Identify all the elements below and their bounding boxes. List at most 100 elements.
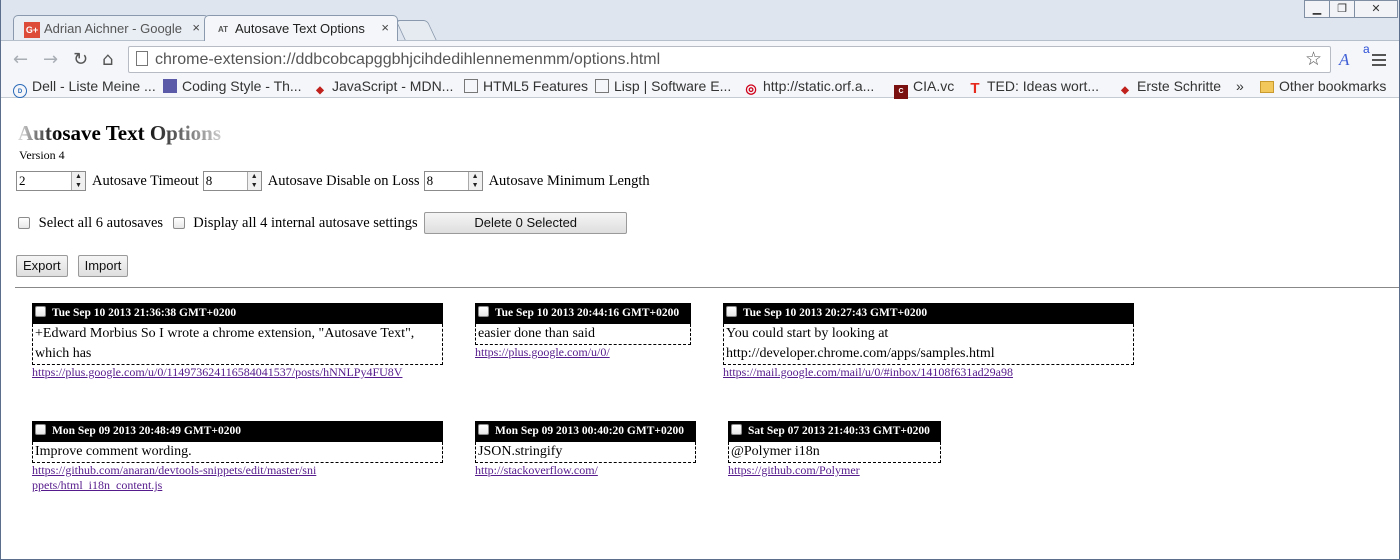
autosave-text[interactable]: You could start by looking at http://dev… (723, 324, 1134, 365)
url-text[interactable]: chrome-extension://ddbcobcapggbhjcihdedi… (155, 51, 660, 69)
bookmark-item[interactable]: D Dell - Liste Meine ... (13, 78, 156, 98)
select-all-checkbox[interactable] (18, 217, 30, 229)
autosave-checkbox[interactable] (35, 424, 46, 435)
address-bar[interactable]: chrome-extension://ddbcobcapggbhjcihdedi… (128, 46, 1331, 73)
minimum-length-label: Autosave Minimum Length (488, 172, 650, 189)
autosave-date: Tue Sep 10 2013 20:44:16 GMT+0200 (495, 307, 680, 319)
home-icon[interactable]: ⌂ (102, 49, 113, 70)
autosave-header: Mon Sep 09 2013 00:40:20 GMT+0200 (475, 421, 696, 442)
autosave-date: Sat Sep 07 2013 21:40:33 GMT+0200 (748, 425, 930, 437)
translate-icon[interactable]: a (1363, 42, 1370, 56)
dell-icon: D (13, 84, 27, 98)
close-icon[interactable]: × (381, 20, 389, 35)
selection-row: Select all 6 autosaves Display all 4 int… (18, 212, 628, 234)
autosave-url-link[interactable]: https://plus.google.com/u/0/114973624116… (32, 365, 443, 380)
divider (15, 287, 1399, 288)
autosave-card: Sat Sep 07 2013 21:40:33 GMT+0200 @Polym… (728, 421, 941, 478)
autosave-checkbox[interactable] (726, 306, 737, 317)
close-icon[interactable]: × (192, 20, 200, 35)
ted-icon: T (970, 80, 980, 97)
autosave-date: Mon Sep 09 2013 00:40:20 GMT+0200 (495, 425, 684, 437)
autosave-timeout-input[interactable]: 2 ▲ ▼ (16, 171, 86, 191)
autosave-text[interactable]: JSON.stringify (475, 442, 696, 463)
bookmark-item[interactable]: Lisp | Software E... (595, 78, 731, 94)
spinner-arrows-icon[interactable]: ▲ ▼ (246, 172, 261, 190)
bookmark-item[interactable]: HTML5 Features (464, 78, 588, 94)
forward-arrow-icon[interactable]: → (43, 49, 58, 70)
extension-a-icon[interactable]: A (1339, 50, 1349, 70)
google-plus-icon: G+ (24, 22, 40, 38)
browser-toolbar: ← → ↻ ⌂ chrome-extension://ddbcobcapggbh… (1, 40, 1399, 76)
bookmark-item[interactable]: ◎ http://static.orf.a... (744, 78, 874, 96)
cia-icon: C (894, 85, 908, 99)
back-arrow-icon[interactable]: ← (13, 49, 28, 70)
autosave-card: Mon Sep 09 2013 20:48:49 GMT+0200 Improv… (32, 421, 443, 493)
page-title: Autosave Text Options (18, 121, 222, 145)
bookmark-item[interactable]: Coding Style - Th... (163, 78, 302, 94)
autosave-text[interactable]: easier done than said (475, 324, 691, 345)
autosave-text[interactable]: Improve comment wording. (32, 442, 443, 463)
autosave-url-link[interactable]: https://github.com/anaran/devtools-snipp… (32, 463, 322, 493)
spinner-arrows-icon[interactable]: ▲ ▼ (71, 172, 85, 190)
mozilla-dino-icon: ◆ (1121, 85, 1129, 96)
disable-on-loss-input[interactable]: 8 ▲ ▼ (202, 171, 262, 191)
autosave-header: Tue Sep 10 2013 20:44:16 GMT+0200 (475, 303, 691, 324)
minimize-button[interactable]: ▁ (1304, 0, 1330, 18)
version-label: Version 4 (19, 148, 65, 162)
autosave-url-link[interactable]: https://plus.google.com/u/0/ (475, 345, 691, 360)
options-page: Autosave Text Options Version 4 2 ▲ ▼ Autos… (1, 99, 1399, 559)
autosave-url-link[interactable]: http://stackoverflow.com/ (475, 463, 696, 478)
bookmark-item[interactable]: C CIA.vc (894, 78, 954, 99)
autosave-url-link[interactable]: https://mail.google.com/mail/u/0/#inbox/… (723, 365, 1134, 380)
select-all-label: Select all 6 autosaves (38, 214, 164, 231)
bookmark-star-icon[interactable]: ☆ (1305, 48, 1322, 71)
autosave-date: Tue Sep 10 2013 21:36:38 GMT+0200 (52, 307, 237, 319)
folder-icon (1260, 81, 1274, 93)
bookmark-item[interactable]: ◆ Erste Schritte (1118, 78, 1221, 98)
tab-title: Autosave Text Options (235, 21, 365, 36)
tab-autosave-options[interactable]: AT Autosave Text Options × (204, 15, 398, 41)
import-button[interactable]: Import (77, 255, 129, 277)
menu-icon[interactable] (1372, 54, 1386, 69)
autosave-header: Sat Sep 07 2013 21:40:33 GMT+0200 (728, 421, 941, 442)
display-all-checkbox[interactable] (172, 217, 185, 229)
bookmarks-overflow-chevron[interactable]: » (1236, 78, 1244, 94)
import-export-row: Export Import (16, 255, 134, 277)
spinner-arrows-icon[interactable]: ▲ ▼ (467, 172, 482, 190)
restore-button[interactable]: ❐ (1329, 0, 1355, 18)
autosave-checkbox[interactable] (35, 306, 46, 317)
page-icon (464, 79, 478, 93)
target-icon: ◎ (745, 81, 757, 96)
autosave-timeout-label: Autosave Timeout (92, 172, 199, 189)
export-button[interactable]: Export (16, 255, 68, 277)
display-all-label: Display all 4 internal autosave settings (193, 214, 418, 231)
bookmark-item[interactable]: ◆ JavaScript - MDN... (313, 78, 453, 98)
autosave-card: Tue Sep 10 2013 20:44:16 GMT+0200 easier… (475, 303, 691, 360)
reload-icon[interactable]: ↻ (73, 49, 88, 70)
autosave-card: Tue Sep 10 2013 20:27:43 GMT+0200 You co… (723, 303, 1134, 380)
new-tab-button[interactable] (395, 20, 437, 40)
autosave-card: Tue Sep 10 2013 21:36:38 GMT+0200 +Edwar… (32, 303, 443, 380)
autosave-checkbox[interactable] (478, 424, 489, 435)
close-window-button[interactable]: ✕ (1354, 0, 1398, 18)
disable-on-loss-label: Autosave Disable on Loss (267, 172, 420, 189)
tab-strip: G+ Adrian Aichner - Google × AT Autosave… (1, 0, 1399, 41)
page-icon (136, 51, 148, 66)
bookmarks-bar: D Dell - Liste Meine ... Coding Style - T… (1, 76, 1399, 99)
autosave-checkbox[interactable] (478, 306, 489, 317)
autosave-header: Mon Sep 09 2013 20:48:49 GMT+0200 (32, 421, 443, 442)
autosave-card: Mon Sep 09 2013 00:40:20 GMT+0200 JSON.s… (475, 421, 696, 478)
autosave-text[interactable]: +Edward Morbius So I wrote a chrome exte… (32, 324, 443, 365)
page-icon (595, 79, 609, 93)
settings-row: 2 ▲ ▼ Autosave Timeout 8 ▲ ▼ Autosave Disable o… (16, 171, 654, 191)
delete-selected-button[interactable]: Delete 0 Selected (424, 212, 628, 234)
minimum-length-input[interactable]: 8 ▲ ▼ (423, 171, 483, 191)
autosave-text-icon: AT (217, 25, 229, 34)
autosave-header: Tue Sep 10 2013 21:36:38 GMT+0200 (32, 303, 443, 324)
other-bookmarks[interactable]: Other bookmarks (1260, 78, 1386, 94)
autosave-url-link[interactable]: https://github.com/Polymer (728, 463, 941, 478)
bookmark-item[interactable]: T TED: Ideas wort... (968, 78, 1099, 96)
autosave-checkbox[interactable] (731, 424, 742, 435)
tab-google-plus[interactable]: G+ Adrian Aichner - Google × (13, 15, 209, 41)
autosave-text[interactable]: @Polymer i18n (728, 442, 941, 463)
